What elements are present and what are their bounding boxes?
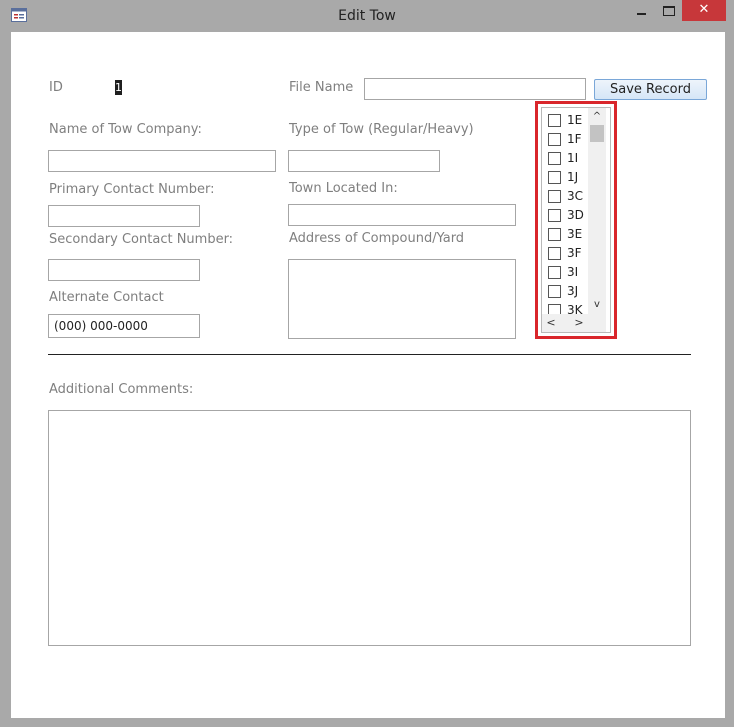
section-divider bbox=[48, 354, 691, 355]
primary-contact-field[interactable] bbox=[48, 205, 200, 227]
minimize-button[interactable] bbox=[623, 0, 657, 22]
checkbox[interactable] bbox=[548, 114, 561, 127]
scroll-down-icon[interactable]: v bbox=[588, 298, 606, 312]
comments-label: Additional Comments: bbox=[49, 382, 194, 397]
scroll-left-icon[interactable]: < bbox=[544, 316, 558, 330]
list-item-label: 3I bbox=[567, 265, 579, 279]
secondary-contact-field[interactable] bbox=[48, 259, 200, 281]
list-item-label: 3E bbox=[567, 227, 583, 241]
list-item[interactable]: 1E bbox=[546, 111, 590, 130]
checkbox[interactable] bbox=[548, 133, 561, 146]
comments-field[interactable] bbox=[48, 410, 691, 646]
tow-type-field[interactable] bbox=[288, 150, 440, 172]
minimize-icon bbox=[637, 13, 646, 15]
tow-company-field[interactable] bbox=[48, 150, 276, 172]
list-item-label: 1J bbox=[567, 170, 579, 184]
alternate-contact-value: (000) 000-0000 bbox=[54, 319, 148, 333]
list-item-label: 3F bbox=[567, 246, 582, 260]
alternate-contact-field[interactable]: (000) 000-0000 bbox=[48, 314, 200, 338]
scroll-right-icon[interactable]: > bbox=[572, 316, 586, 330]
id-value[interactable]: 1 bbox=[115, 80, 122, 95]
primary-contact-label: Primary Contact Number: bbox=[49, 182, 215, 197]
checkbox[interactable] bbox=[548, 190, 561, 203]
form-body: ID 1 File Name Save Record Name of Tow C… bbox=[11, 32, 725, 718]
alternate-contact-label: Alternate Contact bbox=[49, 290, 164, 305]
save-record-button[interactable]: Save Record bbox=[594, 79, 707, 100]
list-item[interactable]: 3J bbox=[546, 282, 590, 301]
file-name-label: File Name bbox=[289, 80, 354, 95]
list-item-label: 1F bbox=[567, 132, 582, 146]
address-label: Address of Compound/Yard bbox=[289, 231, 465, 246]
secondary-contact-label: Secondary Contact Number: bbox=[49, 232, 234, 247]
scroll-up-icon[interactable]: ^ bbox=[588, 110, 606, 124]
id-label: ID bbox=[49, 80, 63, 95]
maximize-icon bbox=[663, 6, 675, 16]
checkbox[interactable] bbox=[548, 228, 561, 241]
list-item[interactable]: 3D bbox=[546, 206, 590, 225]
list-item[interactable]: 3C bbox=[546, 187, 590, 206]
vertical-scrollbar[interactable]: ^ v bbox=[588, 108, 606, 314]
list-item-label: 3D bbox=[567, 208, 584, 222]
tow-company-label: Name of Tow Company: bbox=[49, 122, 202, 137]
list-item-label: 3C bbox=[567, 189, 584, 203]
list-item[interactable]: 3F bbox=[546, 244, 590, 263]
close-button[interactable]: ✕ bbox=[682, 0, 726, 21]
list-item[interactable]: 1I bbox=[546, 149, 590, 168]
list-item-label: 1I bbox=[567, 151, 579, 165]
checkbox[interactable] bbox=[548, 171, 561, 184]
file-name-field[interactable] bbox=[364, 78, 586, 100]
checkbox[interactable] bbox=[548, 266, 561, 279]
edit-tow-window: Edit Tow ✕ ID 1 File Name Save Record Na… bbox=[0, 0, 734, 727]
address-field[interactable] bbox=[288, 259, 516, 339]
maximize-button[interactable] bbox=[656, 0, 682, 22]
title-bar[interactable]: Edit Tow ✕ bbox=[0, 0, 734, 32]
list-item[interactable]: 1J bbox=[546, 168, 590, 187]
town-label: Town Located In: bbox=[289, 181, 398, 196]
list-item[interactable]: 3E bbox=[546, 225, 590, 244]
town-field[interactable] bbox=[288, 204, 516, 226]
checkbox[interactable] bbox=[548, 247, 561, 260]
list-item[interactable]: 3I bbox=[546, 263, 590, 282]
checkbox[interactable] bbox=[548, 285, 561, 298]
close-icon: ✕ bbox=[698, 2, 710, 17]
scrollbar-corner bbox=[588, 314, 606, 332]
tow-type-label: Type of Tow (Regular/Heavy) bbox=[289, 122, 474, 137]
scroll-thumb[interactable] bbox=[590, 125, 604, 142]
unit-checklist[interactable]: 1E 1F 1I 1J 3C 3D 3E 3F 3I 3J 3K ^ v < > bbox=[541, 107, 611, 333]
checkbox[interactable] bbox=[548, 209, 561, 222]
checkbox[interactable] bbox=[548, 152, 561, 165]
list-item[interactable]: 1F bbox=[546, 130, 590, 149]
list-item-label: 1E bbox=[567, 113, 583, 127]
list-item-label: 3J bbox=[567, 284, 579, 298]
